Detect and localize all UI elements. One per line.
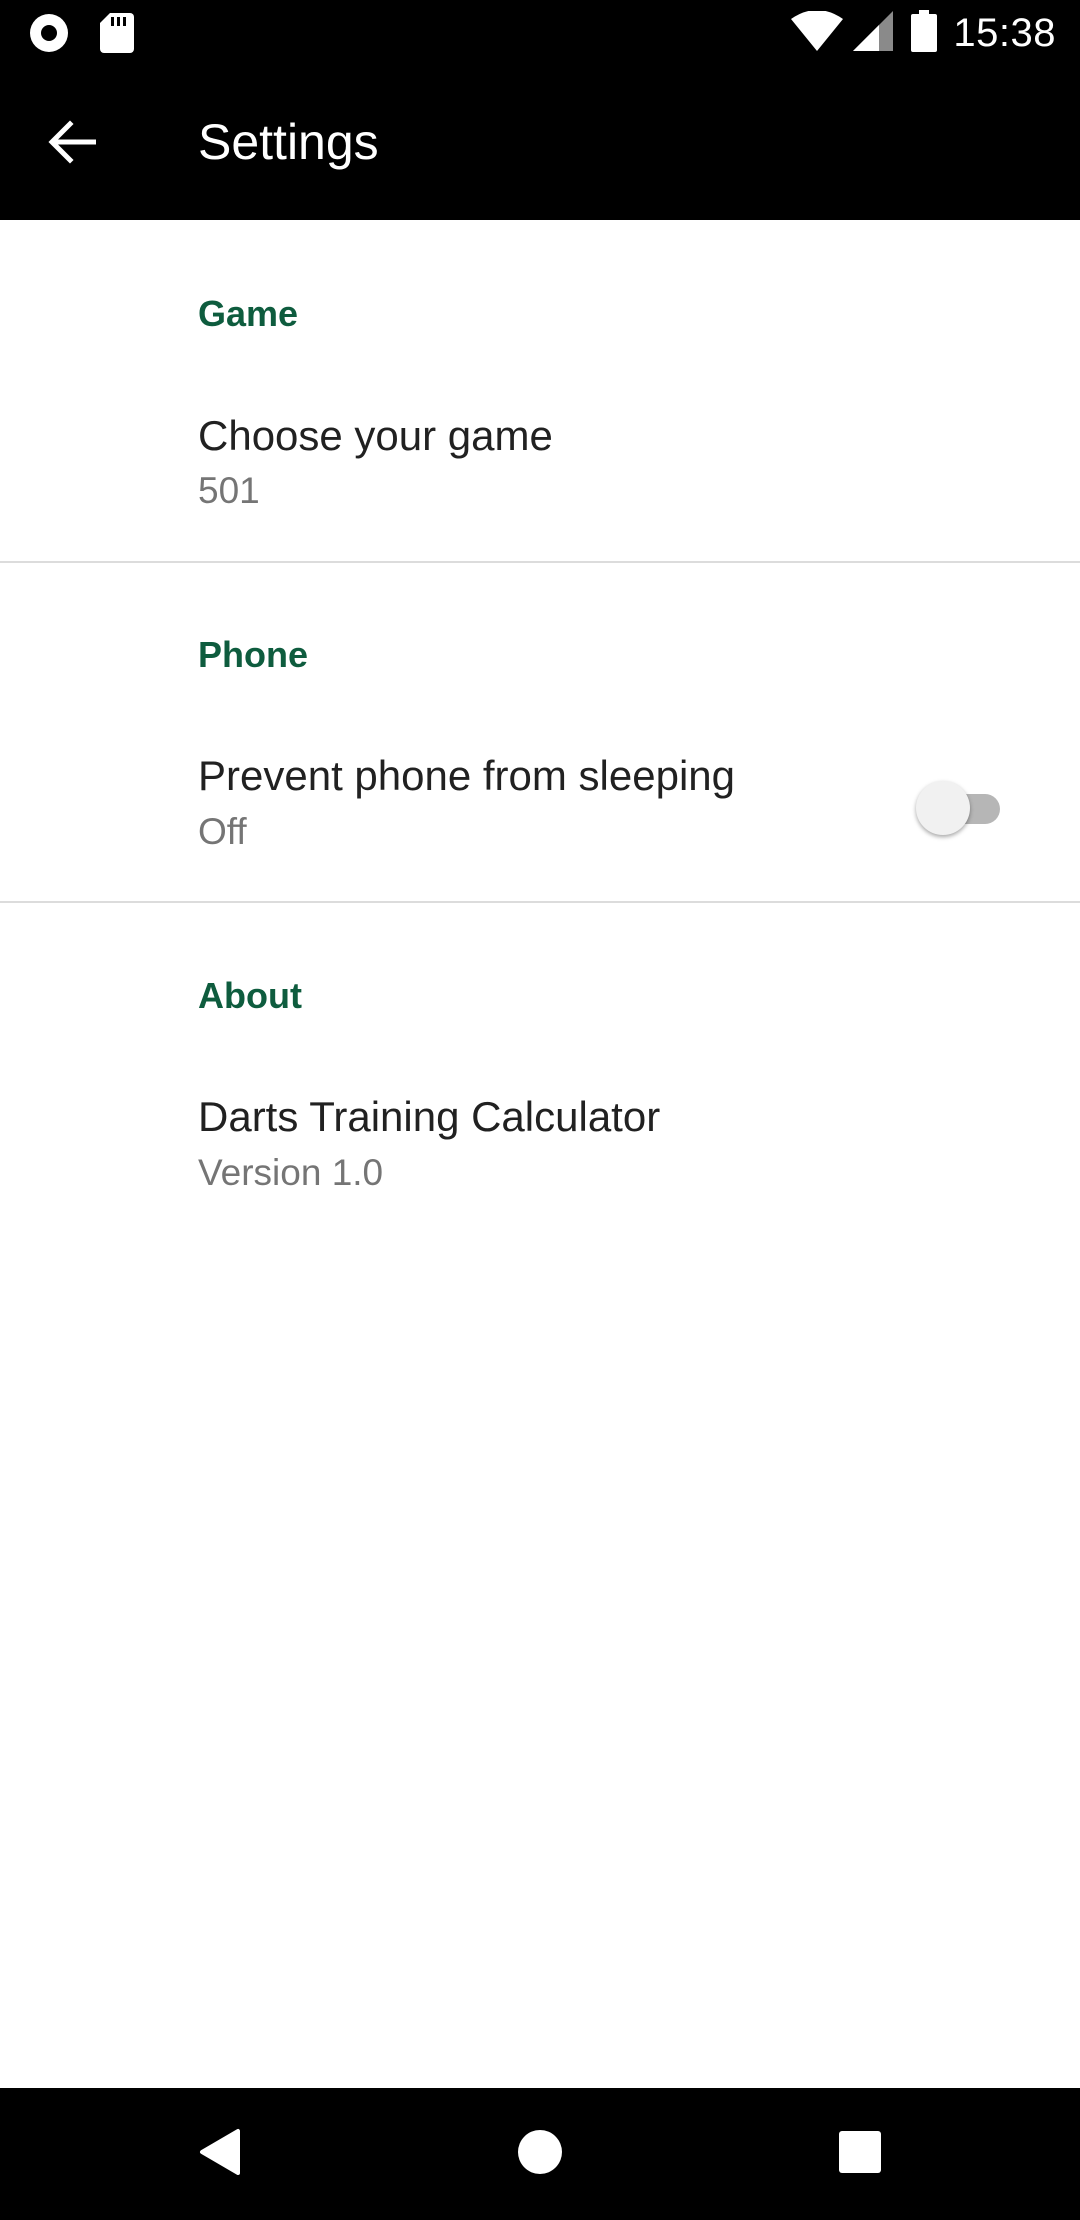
page-title: Settings <box>198 114 379 170</box>
pref-summary: 501 <box>198 470 260 511</box>
nav-recents-button[interactable] <box>820 2114 900 2194</box>
pref-title: Prevent phone from sleeping <box>198 752 735 799</box>
settings-screen: 15:38 Settings Game Choose your game 501… <box>0 0 1080 2220</box>
pref-app-info[interactable]: Darts Training Calculator Version 1.0 <box>0 1049 1080 1261</box>
navigation-bar <box>0 2088 1080 2220</box>
category-header-game: Game <box>198 293 299 334</box>
arrow-back-icon <box>48 119 97 169</box>
status-right-icons: 15:38 <box>791 8 1056 58</box>
nav-home-button[interactable] <box>500 2114 580 2194</box>
switch-thumb <box>916 781 970 835</box>
prevent-sleep-switch[interactable] <box>916 778 1006 838</box>
nav-back-icon <box>198 2127 242 2182</box>
divider <box>0 901 1080 903</box>
pref-choose-game[interactable]: Choose your game 501 <box>0 368 1080 580</box>
sd-card-icon <box>100 13 134 58</box>
wifi-icon <box>791 9 844 56</box>
back-button[interactable] <box>34 106 110 182</box>
pref-title: Darts Training Calculator <box>198 1093 661 1140</box>
divider <box>0 561 1080 563</box>
battery-icon <box>911 9 938 57</box>
pref-summary: Off <box>198 811 247 852</box>
status-bar: 15:38 <box>0 0 1080 66</box>
pref-summary: Version 1.0 <box>198 1152 384 1193</box>
nav-back-button[interactable] <box>180 2114 260 2194</box>
pref-title: Choose your game <box>198 412 553 459</box>
nav-home-icon <box>517 2129 563 2180</box>
record-icon <box>28 12 70 59</box>
status-time: 15:38 <box>953 10 1056 55</box>
status-left-icons <box>28 12 134 59</box>
nav-recents-icon <box>838 2130 882 2179</box>
pref-prevent-sleep[interactable]: Prevent phone from sleeping Off <box>0 708 1080 920</box>
category-header-about: About <box>198 975 302 1016</box>
cell-signal-icon <box>853 10 894 56</box>
category-header-phone: Phone <box>198 634 309 675</box>
toolbar: Settings <box>0 66 1080 220</box>
